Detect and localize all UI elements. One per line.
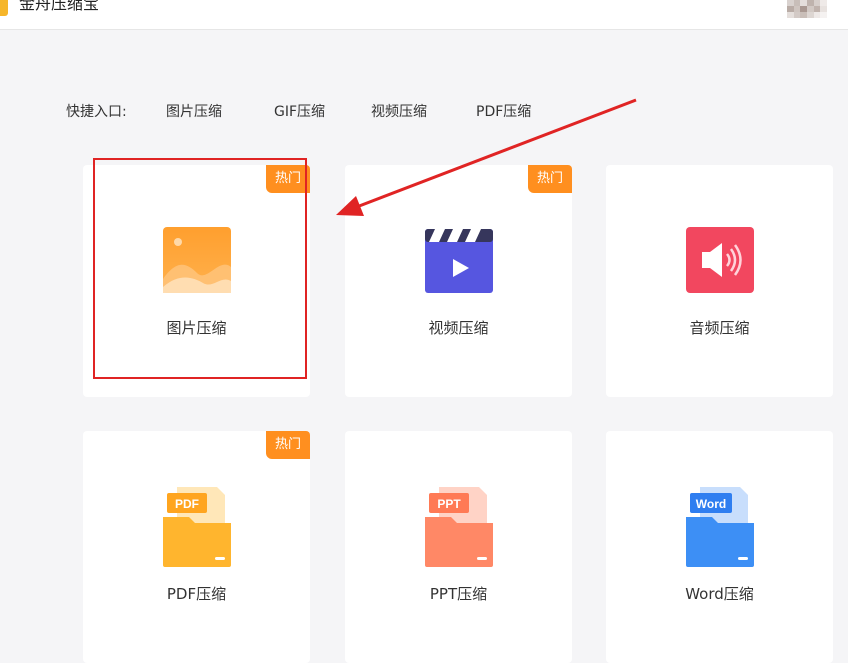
- card-video-compress[interactable]: 热门 视频压缩: [345, 165, 572, 397]
- word-icon-text: Word: [696, 497, 726, 511]
- ppt-icon-text: PPT: [437, 497, 461, 511]
- quick-access-bar: 快捷入口: 图片压缩 GIF压缩 视频压缩 PDF压缩: [0, 101, 848, 123]
- quick-link-gif[interactable]: GIF压缩: [274, 101, 325, 121]
- word-folder-icon: Word: [686, 487, 754, 567]
- hot-badge: 热门: [266, 165, 310, 193]
- card-word-compress[interactable]: Word Word压缩: [606, 431, 833, 663]
- image-icon: [163, 227, 231, 293]
- quick-link-image[interactable]: 图片压缩: [166, 101, 222, 121]
- app-logo-icon: [0, 0, 8, 16]
- audio-icon: [686, 227, 754, 293]
- card-label: Word压缩: [685, 585, 754, 603]
- card-label: PPT压缩: [429, 585, 488, 603]
- card-label: 音频压缩: [689, 319, 750, 337]
- card-label: 图片压缩: [166, 319, 227, 337]
- user-avatar[interactable]: [787, 0, 827, 18]
- card-ppt-compress[interactable]: PPT PPT压缩: [345, 431, 572, 663]
- card-label: 视频压缩: [428, 319, 489, 337]
- card-audio-compress[interactable]: 音频压缩: [606, 165, 833, 397]
- ppt-folder-icon: PPT: [425, 487, 493, 567]
- quick-link-pdf[interactable]: PDF压缩: [476, 101, 531, 121]
- quick-access-label: 快捷入口:: [66, 104, 127, 120]
- hot-badge: 热门: [528, 165, 572, 193]
- quick-link-video[interactable]: 视频压缩: [371, 101, 427, 121]
- title-bar: 金舟压缩宝: [0, 0, 848, 30]
- pdf-folder-icon: PDF: [163, 487, 231, 567]
- app-title: 金舟压缩宝: [19, 0, 100, 13]
- hot-badge: 热门: [266, 431, 310, 459]
- card-image-compress[interactable]: 热门 图片压缩: [83, 165, 310, 397]
- card-label: PDF压缩: [166, 585, 227, 603]
- video-icon: [425, 229, 493, 293]
- pdf-icon-text: PDF: [175, 497, 199, 511]
- card-pdf-compress[interactable]: 热门 PDF PDF压缩: [83, 431, 310, 663]
